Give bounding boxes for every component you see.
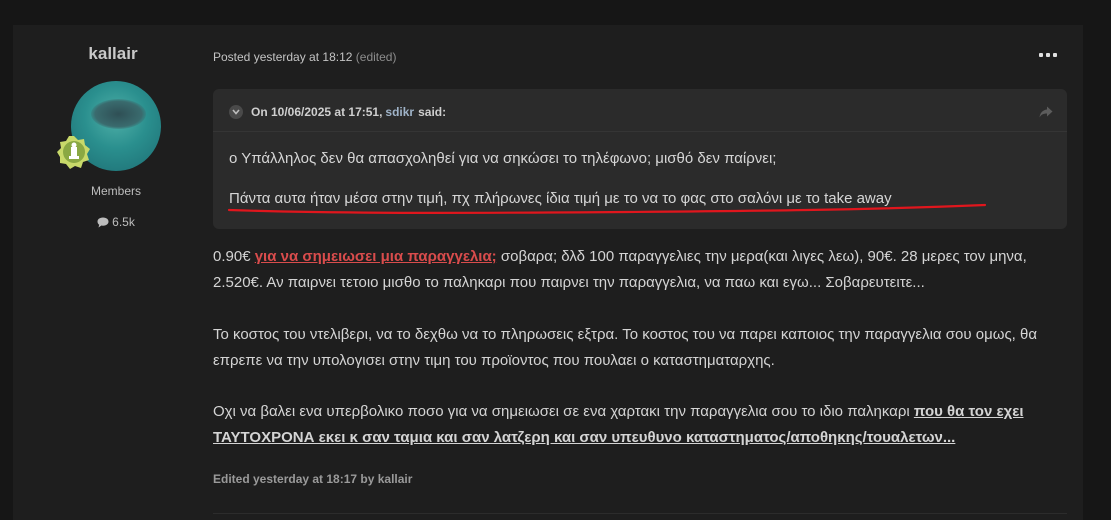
post-meta: Posted yesterday at 18:12 (edited) xyxy=(213,50,396,64)
paragraph-text: Οχι να βαλει ενα υπερβολικο ποσο για να … xyxy=(213,403,914,420)
quote-divider xyxy=(213,131,1067,132)
avatar-figure xyxy=(91,99,146,129)
post-paragraph: Το κοστος του ντελιβερι, να το δεχθω να … xyxy=(213,326,1038,369)
divider xyxy=(213,513,1067,514)
author-column: kallair Members 6.5k xyxy=(13,25,213,520)
quote-line: ο Υπάλληλος δεν θα απασχοληθεί για να ση… xyxy=(229,150,777,167)
edited-footer: Edited yesterday at 18:17 by kallair xyxy=(213,472,413,486)
quote-said: said: xyxy=(418,105,447,119)
comment-icon xyxy=(97,217,109,228)
chevron-down-icon[interactable] xyxy=(229,105,243,119)
reputation-value: 6.5k xyxy=(112,215,135,229)
reputation-count: 6.5k xyxy=(13,215,219,229)
share-arrow-icon[interactable] xyxy=(1039,105,1053,123)
rank-badge-icon xyxy=(57,135,91,169)
post-date[interactable]: Posted yesterday at 18:12 xyxy=(213,50,352,64)
post-paragraph: Οχι να βαλει ενα υπερβολικο ποσο για να … xyxy=(213,399,1073,451)
edited-indicator: (edited) xyxy=(355,50,397,64)
member-group-label: Members xyxy=(90,184,141,198)
paragraph-text: 0.90€ xyxy=(213,248,255,265)
quote-date: On 10/06/2025 at 17:51, xyxy=(251,105,383,119)
more-options-button[interactable] xyxy=(1039,47,1057,63)
highlighted-link[interactable]: για να σημειωσει μια παραγγελια; xyxy=(255,248,497,265)
post-card: kallair Members 6.5k Posted yesterday at… xyxy=(13,25,1083,520)
quote-header: On 10/06/2025 at 17:51, sdikr said: xyxy=(229,105,446,119)
post-paragraph: 0.90€ για να σημειωσει μια παραγγελια; σ… xyxy=(213,244,1073,296)
quote-block: On 10/06/2025 at 17:51, sdikr said: ο Υπ… xyxy=(213,89,1067,229)
quote-user-link[interactable]: sdikr xyxy=(385,105,414,119)
author-name[interactable]: kallair xyxy=(13,44,213,64)
red-underline-annotation xyxy=(227,203,987,214)
